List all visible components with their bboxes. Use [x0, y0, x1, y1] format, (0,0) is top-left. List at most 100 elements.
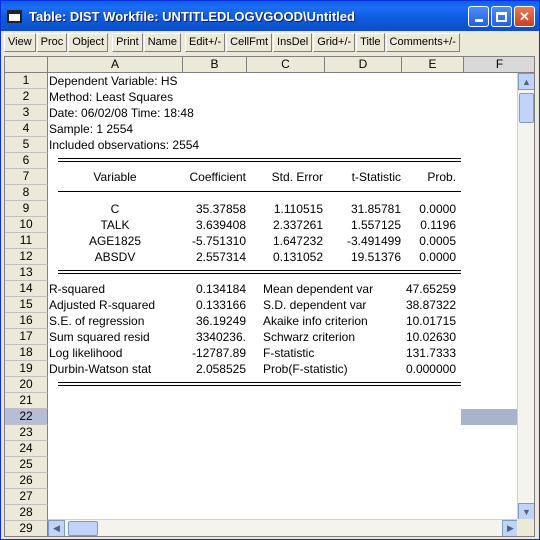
column-header-f[interactable]: F — [464, 57, 534, 73]
cell-variable[interactable]: C — [48, 201, 182, 217]
row-header-1[interactable]: 1 — [5, 73, 48, 89]
cell-stat-value[interactable]: 36.19249 — [183, 313, 246, 329]
row-header-4[interactable]: 4 — [5, 121, 48, 137]
row-header-17[interactable]: 17 — [5, 329, 48, 345]
header-coefficient[interactable]: Coefficient — [183, 169, 246, 185]
cell-stat-label[interactable]: Log likelihood — [49, 345, 182, 361]
cell-prob[interactable]: 0.0000 — [402, 249, 456, 265]
cell-stat-label-right[interactable]: Akaike info criterion — [263, 313, 403, 329]
row-header-2[interactable]: 2 — [5, 89, 48, 105]
cell-variable[interactable]: ABSDV — [48, 249, 182, 265]
close-button[interactable]: ✕ — [514, 6, 535, 27]
scroll-down-button[interactable]: ▼ — [518, 503, 534, 520]
row-header-20[interactable]: 20 — [5, 377, 48, 393]
proc-button[interactable]: Proc — [36, 33, 68, 52]
row-header-3[interactable]: 3 — [5, 105, 48, 121]
row-header-6[interactable]: 6 — [5, 153, 48, 169]
comments-button[interactable]: Comments+/- — [385, 33, 460, 52]
corner-cell[interactable] — [5, 57, 48, 73]
row-header-26[interactable]: 26 — [5, 473, 48, 489]
row-header-22[interactable]: 22 — [5, 409, 48, 425]
row-header-14[interactable]: 14 — [5, 281, 48, 297]
horizontal-scrollbar[interactable]: ◀ ▶ — [48, 519, 519, 536]
column-header-b[interactable]: B — [183, 57, 247, 73]
column-header-e[interactable]: E — [402, 57, 464, 73]
cell-stat-label[interactable]: Durbin-Watson stat — [49, 361, 182, 377]
insdel-button[interactable]: InsDel — [273, 33, 313, 52]
cell-variable[interactable]: AGE1825 — [48, 233, 182, 249]
edit-button[interactable]: Edit+/- — [185, 33, 226, 52]
cell-prob[interactable]: 0.0005 — [402, 233, 456, 249]
cell-stat-value-right[interactable]: 38.87322 — [402, 297, 456, 313]
row-header-9[interactable]: 9 — [5, 201, 48, 217]
cell-stat-label[interactable]: Adjusted R-squared — [49, 297, 182, 313]
cell-stat-value[interactable]: 2.058525 — [183, 361, 246, 377]
view-button[interactable]: View — [4, 33, 36, 52]
cell-t-statistic[interactable]: 31.85781 — [325, 201, 401, 217]
horizontal-scroll-thumb[interactable] — [68, 521, 98, 536]
cell-sample[interactable]: Sample: 1 2554 — [49, 121, 133, 137]
cell-coefficient[interactable]: 2.557314 — [183, 249, 246, 265]
cell-std-error[interactable]: 2.337261 — [247, 217, 323, 233]
row-header-28[interactable]: 28 — [5, 505, 48, 521]
row-header-8[interactable]: 8 — [5, 185, 48, 201]
cell-coefficient[interactable]: 3.639408 — [183, 217, 246, 233]
row-header-15[interactable]: 15 — [5, 297, 48, 313]
row-header-16[interactable]: 16 — [5, 313, 48, 329]
row-header-5[interactable]: 5 — [5, 137, 48, 153]
row-header-13[interactable]: 13 — [5, 265, 48, 281]
row-header-29[interactable]: 29 — [5, 521, 48, 536]
cell-stat-label[interactable]: R-squared — [49, 281, 182, 297]
cell-stat-value[interactable]: 0.134184 — [183, 281, 246, 297]
column-header-d[interactable]: D — [325, 57, 402, 73]
header-prob[interactable]: Prob. — [402, 169, 456, 185]
vertical-scrollbar[interactable]: ▲ ▼ — [517, 73, 534, 520]
cell-observations[interactable]: Included observations: 2554 — [49, 137, 199, 153]
header-t-statistic[interactable]: t-Statistic — [325, 169, 401, 185]
cell-stat-value[interactable]: 0.133166 — [183, 297, 246, 313]
cell-method[interactable]: Method: Least Squares — [49, 89, 173, 105]
row-header-23[interactable]: 23 — [5, 425, 48, 441]
cell-stat-label-right[interactable]: F-statistic — [263, 345, 403, 361]
row-header-27[interactable]: 27 — [5, 489, 48, 505]
name-button[interactable]: Name — [143, 33, 182, 52]
cell-dependent-variable[interactable]: Dependent Variable: HS — [49, 73, 178, 89]
title-button[interactable]: Title — [356, 33, 385, 52]
spreadsheet[interactable]: A B C D E F 1 2 3 4 5 6 7 8 9 10 11 12 13 14 15 16 17 18 1… — [4, 56, 535, 537]
cell-stat-label-right[interactable]: Prob(F-statistic) — [263, 361, 403, 377]
column-header-a[interactable]: A — [48, 57, 183, 73]
cell-stat-value[interactable]: 3340236. — [183, 329, 246, 345]
row-header-19[interactable]: 19 — [5, 361, 48, 377]
row-header-25[interactable]: 25 — [5, 457, 48, 473]
cell-date[interactable]: Date: 06/02/08 Time: 18:48 — [49, 105, 194, 121]
cell-grid[interactable]: Dependent Variable: HS Method: Least Squ… — [48, 73, 518, 520]
cell-stat-value-right[interactable]: 10.02630 — [402, 329, 456, 345]
cell-stat-label-right[interactable]: Schwarz criterion — [263, 329, 403, 345]
row-header-24[interactable]: 24 — [5, 441, 48, 457]
cell-coefficient[interactable]: -5.751310 — [183, 233, 246, 249]
cell-stat-value-right[interactable]: 10.01715 — [402, 313, 456, 329]
window-icon[interactable] — [7, 9, 22, 23]
header-std-error[interactable]: Std. Error — [247, 169, 323, 185]
maximize-button[interactable] — [491, 6, 512, 27]
scroll-up-button[interactable]: ▲ — [518, 73, 534, 90]
scroll-left-button[interactable]: ◀ — [48, 520, 65, 536]
cell-stat-value-right[interactable]: 131.7333 — [402, 345, 456, 361]
cell-std-error[interactable]: 1.110515 — [247, 201, 323, 217]
object-button[interactable]: Object — [68, 33, 109, 52]
cell-stat-label[interactable]: Sum squared resid — [49, 329, 182, 345]
cell-stat-value-right[interactable]: 0.000000 — [402, 361, 456, 377]
selected-cell-f22[interactable] — [461, 409, 518, 425]
row-header-10[interactable]: 10 — [5, 217, 48, 233]
vertical-scroll-thumb[interactable] — [519, 93, 534, 123]
cell-prob[interactable]: 0.1196 — [402, 217, 456, 233]
cellfmt-button[interactable]: CellFmt — [226, 33, 273, 52]
minimize-button[interactable] — [468, 6, 489, 27]
cell-coefficient[interactable]: 35.37858 — [183, 201, 246, 217]
cell-stat-value-right[interactable]: 47.65259 — [402, 281, 456, 297]
cell-std-error[interactable]: 0.131052 — [247, 249, 323, 265]
cell-t-statistic[interactable]: 19.51376 — [325, 249, 401, 265]
column-header-c[interactable]: C — [247, 57, 325, 73]
cell-prob[interactable]: 0.0000 — [402, 201, 456, 217]
row-header-18[interactable]: 18 — [5, 345, 48, 361]
